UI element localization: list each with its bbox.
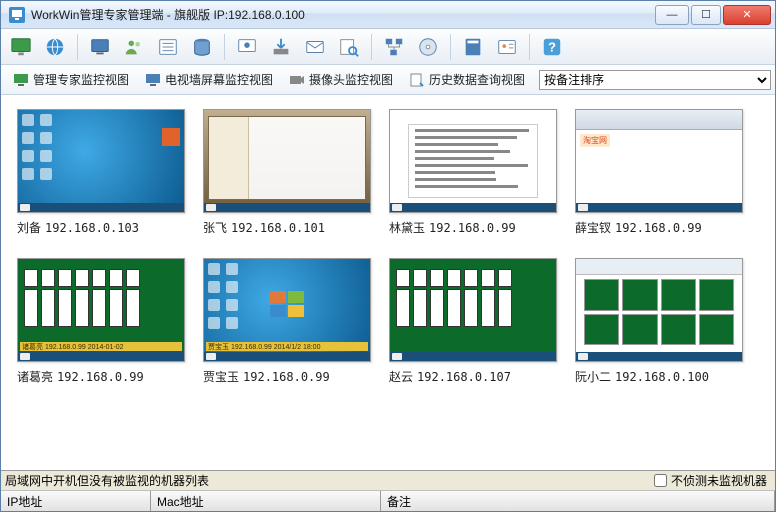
screenshot-preview[interactable]: 贾宝玉 192.168.0.99 2014/1/2 18:00: [203, 258, 371, 362]
camera-icon: [289, 72, 305, 88]
tab-expert-monitor[interactable]: 管理专家监控视图: [5, 68, 137, 91]
thumbnail-caption: 贾宝玉192.168.0.99: [203, 368, 371, 385]
book-icon[interactable]: [459, 33, 487, 61]
thumbnail[interactable]: 张飞192.168.0.101: [203, 109, 371, 236]
screenshot-preview[interactable]: [17, 109, 185, 213]
tab-tvwall[interactable]: 电视墙屏幕监控视图: [137, 68, 281, 91]
col-ip[interactable]: IP地址: [1, 491, 151, 511]
footer-table-header: IP地址 Mac地址 备注: [1, 491, 775, 511]
minimize-button[interactable]: —: [655, 5, 689, 25]
history-icon: [409, 72, 425, 88]
thumbnail-caption: 张飞192.168.0.101: [203, 219, 371, 236]
col-note[interactable]: 备注: [381, 491, 775, 511]
thumbnail-caption: 薛宝钗192.168.0.99: [575, 219, 743, 236]
thumbnail[interactable]: 阮小二192.168.0.100: [575, 258, 743, 385]
sort-select-container: 按备注排序: [539, 70, 771, 90]
disc-icon[interactable]: [414, 33, 442, 61]
monitor-icon[interactable]: [7, 33, 35, 61]
thumbnail[interactable]: 诸葛亮 192.168.0.99 2014-01-02 诸葛亮192.168.0.…: [17, 258, 185, 385]
close-button[interactable]: ✕: [723, 5, 771, 25]
tab-label: 历史数据查询视图: [429, 71, 525, 88]
thumbnail[interactable]: 林黛玉192.168.0.99: [389, 109, 557, 236]
col-mac[interactable]: Mac地址: [151, 491, 381, 511]
tab-label: 管理专家监控视图: [33, 71, 129, 88]
tab-label: 摄像头监控视图: [309, 71, 393, 88]
thumbnail-caption: 刘备192.168.0.103: [17, 219, 185, 236]
download-icon[interactable]: [267, 33, 295, 61]
window-title: WorkWin管理专家管理端 - 旗舰版 IP:192.168.0.100: [31, 6, 653, 23]
screen-icon[interactable]: [86, 33, 114, 61]
tvwall-icon: [145, 72, 161, 88]
screenshot-preview[interactable]: [389, 258, 557, 362]
tab-label: 电视墙屏幕监控视图: [165, 71, 273, 88]
thumbnail[interactable]: 赵云192.168.0.107: [389, 258, 557, 385]
list-icon[interactable]: [154, 33, 182, 61]
thumbnail-caption: 诸葛亮192.168.0.99: [17, 368, 185, 385]
app-icon: [9, 7, 25, 23]
thumbnail-caption: 林黛玉192.168.0.99: [389, 219, 557, 236]
footer-title: 局域网中开机但没有被监视的机器列表: [1, 472, 654, 489]
no-detect-checkbox-input[interactable]: [654, 474, 667, 487]
thumbnail[interactable]: 淘宝网薛宝钗192.168.0.99: [575, 109, 743, 236]
app-window: WorkWin管理专家管理端 - 旗舰版 IP:192.168.0.100 — …: [0, 0, 776, 512]
id-icon[interactable]: [493, 33, 521, 61]
thumbnail-area[interactable]: 刘备192.168.0.103 张飞192.168.0.101 林黛玉192.168…: [1, 95, 775, 470]
screenshot-preview[interactable]: [575, 258, 743, 362]
search-icon[interactable]: [335, 33, 363, 61]
thumbnail-caption: 赵云192.168.0.107: [389, 368, 557, 385]
screenshot-preview[interactable]: 诸葛亮 192.168.0.99 2014-01-02: [17, 258, 185, 362]
thumbnail-caption: 阮小二192.168.0.100: [575, 368, 743, 385]
thumbnail[interactable]: 贾宝玉 192.168.0.99 2014/1/2 18:00 贾宝玉192.16…: [203, 258, 371, 385]
tab-history[interactable]: 历史数据查询视图: [401, 68, 533, 91]
help-icon[interactable]: ?: [538, 33, 566, 61]
main-toolbar: ?: [1, 29, 775, 65]
sort-select[interactable]: 按备注排序: [539, 70, 771, 90]
view-tabs: 管理专家监控视图 电视墙屏幕监控视图 摄像头监控视图 历史数据查询视图 按备注排…: [1, 65, 775, 95]
mail-icon[interactable]: [301, 33, 329, 61]
monitor-small-icon: [13, 72, 29, 88]
screenshot-preview[interactable]: [203, 109, 371, 213]
monitor2-icon[interactable]: [233, 33, 261, 61]
screenshot-preview[interactable]: [389, 109, 557, 213]
titlebar[interactable]: WorkWin管理专家管理端 - 旗舰版 IP:192.168.0.100 — …: [1, 1, 775, 29]
network-icon[interactable]: [380, 33, 408, 61]
tab-camera[interactable]: 摄像头监控视图: [281, 68, 401, 91]
svg-text:?: ?: [548, 39, 556, 54]
maximize-button[interactable]: ☐: [691, 5, 721, 25]
users-icon[interactable]: [120, 33, 148, 61]
thumbnail[interactable]: 刘备192.168.0.103: [17, 109, 185, 236]
footer-panel: 局域网中开机但没有被监视的机器列表 不侦测未监视机器 IP地址 Mac地址 备注: [1, 470, 775, 511]
globe-icon[interactable]: [41, 33, 69, 61]
database-icon[interactable]: [188, 33, 216, 61]
no-detect-checkbox[interactable]: 不侦测未监视机器: [654, 472, 775, 489]
screenshot-preview[interactable]: 淘宝网: [575, 109, 743, 213]
